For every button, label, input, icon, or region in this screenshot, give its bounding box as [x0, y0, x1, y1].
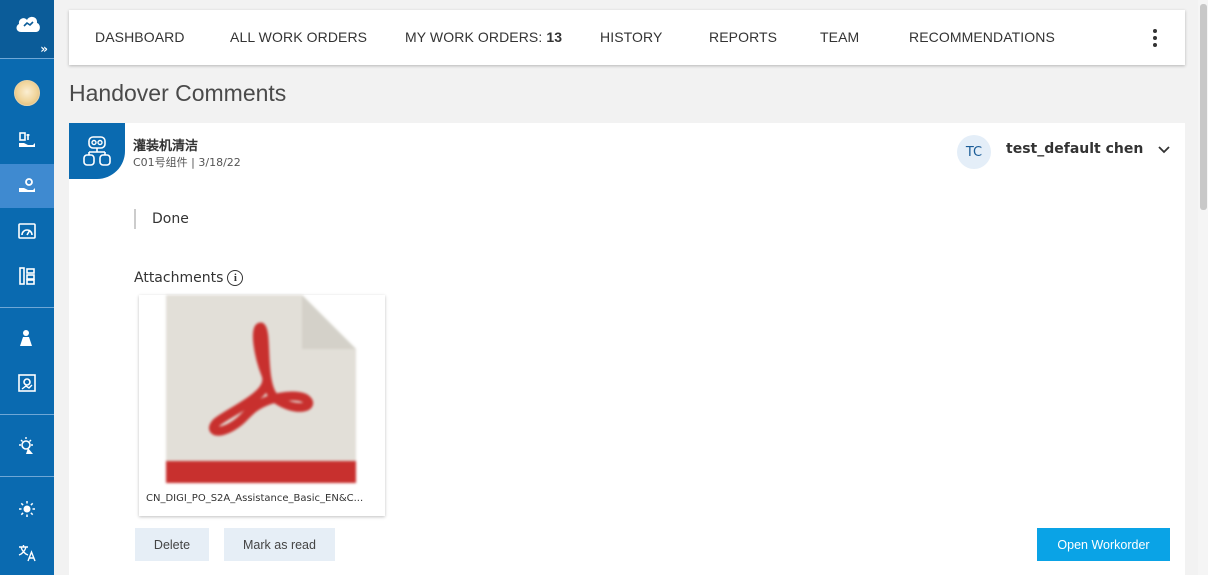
chevron-down-icon[interactable] — [1157, 145, 1171, 155]
scrollbar-thumb[interactable] — [1200, 4, 1207, 210]
tab-my-work-orders[interactable]: MY WORK ORDERS: 13 — [405, 29, 562, 45]
lightbulb-icon — [19, 437, 33, 454]
translate-icon — [18, 545, 36, 562]
user-avatar — [14, 80, 40, 106]
delete-button[interactable]: Delete — [135, 528, 209, 561]
attachment-tile[interactable]: CN_DIGI_PO_S2A_Assistance_Basic_EN&C... — [139, 295, 385, 516]
sidebar-item-insights[interactable] — [0, 424, 54, 468]
sidebar-divider — [0, 58, 54, 59]
tab-team[interactable]: TEAM — [820, 29, 859, 45]
hand-tools-icon — [19, 132, 35, 147]
sidebar-logo[interactable]: » — [0, 0, 54, 58]
hand-gear-icon — [19, 178, 35, 192]
sidebar-divider — [0, 307, 54, 308]
comment-text: Done — [134, 209, 189, 229]
my-work-orders-count: 13 — [546, 29, 563, 45]
sidebar-item-maintenance[interactable] — [0, 119, 54, 163]
tab-my-work-orders-label: MY WORK ORDERS: — [405, 29, 547, 45]
mark-as-read-button[interactable]: Mark as read — [224, 528, 335, 561]
person-tool-icon — [20, 330, 36, 346]
assignee-name: test_default chen — [1006, 141, 1144, 157]
sidebar: » — [0, 0, 54, 575]
tab-reports[interactable]: REPORTS — [709, 29, 777, 45]
info-icon[interactable]: i — [227, 270, 244, 286]
brightness-icon — [19, 501, 35, 517]
sidebar-item-media[interactable] — [0, 361, 54, 405]
attachments-label: Attachments — [134, 270, 224, 286]
gauge-icon — [18, 223, 36, 239]
sidebar-item-hierarchy[interactable] — [0, 254, 54, 298]
attachments-header: Attachments i — [134, 270, 244, 286]
attachment-filename: CN_DIGI_PO_S2A_Assistance_Basic_EN&C... — [146, 493, 364, 504]
image-settings-icon — [18, 374, 36, 392]
kebab-menu-icon[interactable] — [1145, 27, 1165, 49]
page-scrollbar[interactable] — [1198, 0, 1208, 575]
page-title: Handover Comments — [69, 80, 287, 106]
workorder-title: 灌装机清洁 — [133, 139, 199, 154]
tab-all-work-orders[interactable]: ALL WORK ORDERS — [230, 29, 367, 45]
assignee-avatar: TC — [957, 135, 991, 169]
open-workorder-button[interactable]: Open Workorder — [1037, 528, 1170, 561]
top-nav-bar: DASHBOARD ALL WORK ORDERS MY WORK ORDERS… — [69, 10, 1185, 65]
pdf-file-icon — [166, 295, 360, 483]
tab-history[interactable]: HISTORY — [600, 29, 662, 45]
sidebar-divider — [0, 414, 54, 415]
handover-comment-card: 灌装机清洁 C01号组件 | 3/18/22 TC test_default c… — [69, 123, 1185, 575]
workorder-subtitle: C01号组件 | 3/18/22 — [133, 156, 241, 169]
sidebar-divider — [0, 476, 54, 477]
sidebar-item-technician[interactable] — [0, 316, 54, 360]
expand-sidebar-icon[interactable]: » — [40, 42, 48, 56]
sidebar-item-profile[interactable] — [0, 71, 54, 115]
sidebar-item-performance[interactable] — [0, 209, 54, 253]
sidebar-item-handover[interactable] — [0, 164, 54, 208]
workorder-type-icon — [69, 123, 125, 179]
cloud-logo-icon — [16, 16, 40, 32]
hierarchy-icon — [19, 267, 35, 285]
sidebar-item-theme[interactable] — [0, 487, 54, 531]
tab-dashboard[interactable]: DASHBOARD — [95, 29, 185, 45]
tab-recommendations[interactable]: RECOMMENDATIONS — [909, 29, 1055, 45]
sidebar-item-language[interactable] — [0, 531, 54, 575]
